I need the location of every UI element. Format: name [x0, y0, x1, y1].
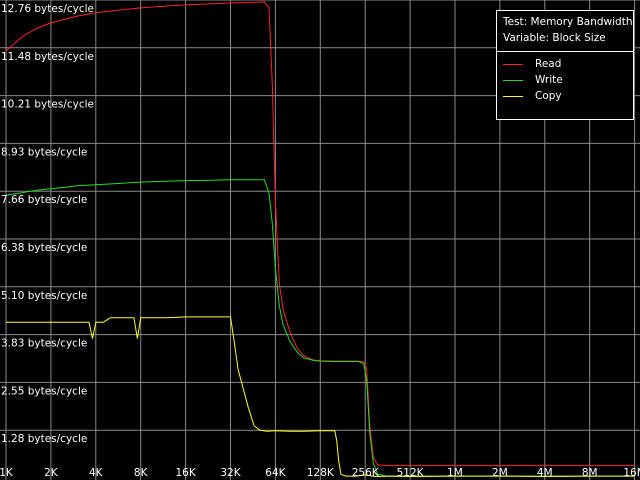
- y-tick-label: 3.83 bytes/cycle: [1, 338, 87, 350]
- legend-divider: [497, 51, 633, 52]
- y-tick-label: 7.66 bytes/cycle: [1, 194, 87, 206]
- legend-swatch-write: [503, 80, 523, 81]
- y-tick-label: 10.21 bytes/cycle: [1, 99, 94, 111]
- y-tick-label: 1.28 bytes/cycle: [1, 433, 87, 445]
- legend: Test: Memory Bandwidth Variable: Block S…: [496, 10, 634, 120]
- legend-test-label: Test: Memory Bandwidth: [503, 16, 633, 28]
- legend-variable-label: Variable: Block Size: [503, 32, 606, 44]
- x-tick-label: 4M: [537, 467, 553, 479]
- x-tick-label: 8K: [134, 467, 149, 479]
- x-tick-label: 256K: [352, 467, 380, 479]
- legend-label-copy: Copy: [535, 90, 562, 102]
- x-tick-labels: 1K 2K 4K 8K 16K 32K 64K 128K 256K 512K 1M 2M 4M 8M 16M: [0, 467, 640, 479]
- x-tick-label: 8M: [582, 467, 598, 479]
- x-tick-label: 2M: [492, 467, 508, 479]
- y-tick-label: 8.93 bytes/cycle: [1, 146, 87, 158]
- y-tick-label: 2.55 bytes/cycle: [1, 385, 87, 397]
- y-tick-label: 5.10 bytes/cycle: [1, 290, 87, 302]
- x-tick-label: 4K: [89, 467, 104, 479]
- x-tick-label: 32K: [220, 467, 241, 479]
- y-tick-labels: 12.76 bytes/cycle 11.48 bytes/cycle 10.21 …: [1, 3, 94, 445]
- x-tick-label: 64K: [265, 467, 286, 479]
- legend-swatch-read: [503, 64, 523, 65]
- x-tick-label: 2K: [44, 467, 59, 479]
- y-tick-label: 12.76 bytes/cycle: [1, 3, 94, 15]
- x-tick-label: 1M: [447, 467, 463, 479]
- legend-label-read: Read: [535, 58, 562, 70]
- y-tick-label: 11.48 bytes/cycle: [1, 51, 94, 63]
- legend-item-read: Read: [497, 56, 633, 72]
- legend-item-copy: Copy: [497, 88, 633, 104]
- x-tick-label: 16M: [623, 467, 640, 479]
- x-tick-label: 512K: [397, 467, 425, 479]
- chart-window: 12.76 bytes/cycle 11.48 bytes/cycle 10.21 …: [0, 0, 640, 480]
- x-tick-label: 128K: [307, 467, 335, 479]
- y-tick-label: 6.38 bytes/cycle: [1, 242, 87, 254]
- x-tick-label: 1K: [0, 467, 14, 479]
- legend-label-write: Write: [535, 74, 563, 86]
- legend-swatch-copy: [503, 96, 523, 97]
- x-tick-label: 16K: [175, 467, 196, 479]
- legend-item-write: Write: [497, 72, 633, 88]
